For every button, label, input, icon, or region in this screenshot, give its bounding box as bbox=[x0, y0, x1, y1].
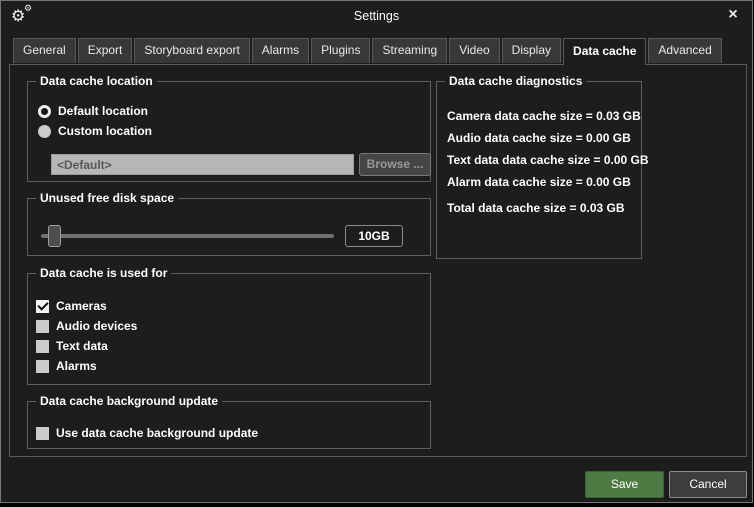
settings-tabstrip: General Export Storyboard export Alarms … bbox=[13, 38, 744, 65]
disk-space-value: 10GB bbox=[345, 225, 403, 247]
tab-alarms[interactable]: Alarms bbox=[252, 38, 309, 63]
checkbox-label: Cameras bbox=[56, 299, 107, 313]
tab-storyboard-export[interactable]: Storyboard export bbox=[134, 38, 249, 63]
window-title: Settings bbox=[1, 9, 752, 23]
group-data-cache-used-for: Data cache is used for Cameras Audio dev… bbox=[27, 273, 431, 385]
diag-total-cache-size: Total data cache size = 0.03 GB bbox=[447, 201, 625, 215]
checkbox-text-data[interactable]: Text data bbox=[36, 339, 108, 353]
tab-plugins[interactable]: Plugins bbox=[311, 38, 370, 63]
group-title: Data cache is used for bbox=[36, 266, 171, 280]
group-data-cache-location: Data cache location Default location Cus… bbox=[27, 81, 431, 182]
group-title: Data cache location bbox=[36, 74, 157, 88]
checkbox-unchecked-icon[interactable] bbox=[36, 427, 49, 440]
checkbox-unchecked-icon[interactable] bbox=[36, 340, 49, 353]
radio-default-location[interactable]: Default location bbox=[38, 104, 148, 118]
settings-dialog: ⚙ ⚙ Settings × General Export Storyboard… bbox=[0, 0, 753, 503]
disk-space-slider-thumb[interactable] bbox=[48, 225, 61, 247]
group-data-cache-diagnostics: Data cache diagnostics Camera data cache… bbox=[436, 81, 642, 259]
browse-button[interactable]: Browse ... bbox=[359, 153, 431, 176]
checkbox-label: Audio devices bbox=[56, 319, 137, 333]
radio-label: Custom location bbox=[58, 124, 152, 138]
save-button[interactable]: Save bbox=[585, 471, 664, 498]
radio-selected-icon[interactable] bbox=[38, 105, 51, 118]
group-unused-free-disk-space: Unused free disk space 10GB bbox=[27, 198, 431, 256]
close-icon[interactable]: × bbox=[724, 6, 742, 24]
diag-text-data-cache-size: Text data data cache size = 0.00 GB bbox=[447, 153, 649, 167]
group-title: Data cache background update bbox=[36, 394, 222, 408]
diag-audio-cache-size: Audio data cache size = 0.00 GB bbox=[447, 131, 631, 145]
group-title: Data cache diagnostics bbox=[445, 74, 586, 88]
data-cache-tab-page: Data cache location Default location Cus… bbox=[9, 64, 747, 457]
checkbox-label: Use data cache background update bbox=[56, 426, 258, 440]
diag-alarm-cache-size: Alarm data cache size = 0.00 GB bbox=[447, 175, 631, 189]
tab-streaming[interactable]: Streaming bbox=[372, 38, 447, 63]
tab-video[interactable]: Video bbox=[449, 38, 499, 63]
radio-custom-location[interactable]: Custom location bbox=[38, 124, 152, 138]
diag-camera-cache-size: Camera data cache size = 0.03 GB bbox=[447, 109, 641, 123]
checkbox-audio-devices[interactable]: Audio devices bbox=[36, 319, 137, 333]
radio-unselected-icon[interactable] bbox=[38, 125, 51, 138]
checkbox-checked-icon[interactable] bbox=[36, 300, 49, 313]
cancel-button[interactable]: Cancel bbox=[669, 471, 747, 498]
group-title: Unused free disk space bbox=[36, 191, 178, 205]
checkbox-label: Text data bbox=[56, 339, 108, 353]
checkbox-cameras[interactable]: Cameras bbox=[36, 299, 107, 313]
checkbox-alarms[interactable]: Alarms bbox=[36, 359, 97, 373]
checkbox-use-background-update[interactable]: Use data cache background update bbox=[36, 426, 258, 440]
checkbox-unchecked-icon[interactable] bbox=[36, 320, 49, 333]
tab-data-cache[interactable]: Data cache bbox=[563, 38, 646, 65]
checkbox-unchecked-icon[interactable] bbox=[36, 360, 49, 373]
tab-advanced[interactable]: Advanced bbox=[648, 38, 721, 63]
group-data-cache-background-update: Data cache background update Use data ca… bbox=[27, 401, 431, 449]
tab-display[interactable]: Display bbox=[502, 38, 561, 63]
tab-general[interactable]: General bbox=[13, 38, 76, 63]
disk-space-slider-track[interactable] bbox=[41, 234, 334, 238]
cache-path-input[interactable] bbox=[51, 154, 354, 175]
tab-export[interactable]: Export bbox=[78, 38, 133, 63]
title-bar: ⚙ ⚙ Settings × bbox=[1, 1, 752, 33]
radio-label: Default location bbox=[58, 104, 148, 118]
checkbox-label: Alarms bbox=[56, 359, 97, 373]
